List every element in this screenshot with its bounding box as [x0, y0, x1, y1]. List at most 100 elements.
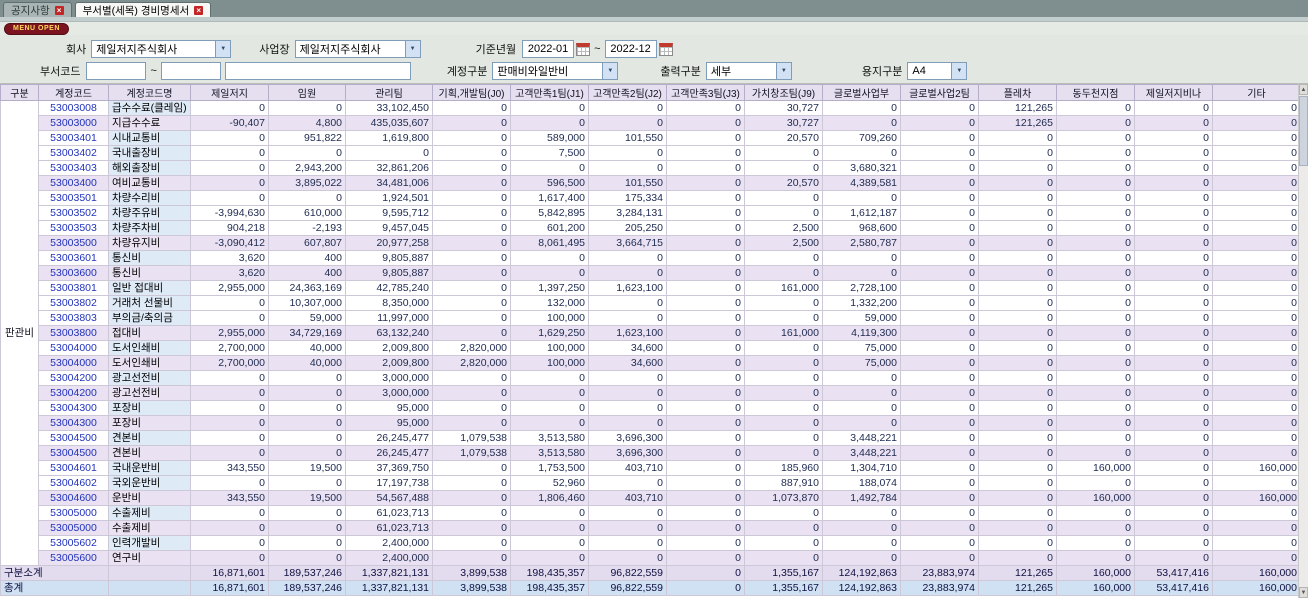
value-cell: 161,000	[744, 325, 823, 341]
table-row[interactable]: 53003600 통신비 3,620 400 9,805,887 0 0 0 0 0 0 0 0 0 0 0	[1, 265, 1301, 281]
calendar-icon[interactable]	[576, 42, 591, 56]
grand-total-row[interactable]: 총계 16,871,601 189,537,246 1,337,821,131 3,89…	[0, 580, 1301, 596]
value-cell: 0	[190, 445, 269, 461]
close-icon[interactable]: ×	[194, 5, 204, 15]
close-icon[interactable]: ×	[54, 5, 64, 15]
value-cell: 0	[978, 505, 1057, 521]
scrollbar-track[interactable]	[1299, 167, 1308, 587]
table-row[interactable]: 53004000 도서인쇄비 2,700,000 40,000 2,009,800 2,8…	[1, 355, 1301, 371]
column-header: 플레차	[978, 84, 1057, 101]
value-cell: 0	[900, 205, 979, 221]
value-cell: 0	[1134, 190, 1213, 206]
table-row[interactable]: 53004500 견본비 0 0 26,245,477 1,079,538 3,513,58…	[1, 430, 1301, 446]
table-row[interactable]: 53003502 차량주유비 -3,994,630 610,000 9,595,712 0…	[1, 205, 1301, 221]
table-row[interactable]: 53004200 광고선전비 0 0 3,000,000 0 0 0 0 0 0 0 0 0 0 0	[1, 370, 1301, 386]
value-cell: 596,500	[510, 175, 589, 191]
tab-notice[interactable]: 공지사항 ×	[3, 2, 72, 17]
tab-expense-report[interactable]: 부서별(세목) 경비명세서 ×	[74, 2, 212, 17]
period-from-input[interactable]	[522, 40, 575, 58]
value-cell: 9,457,045	[345, 220, 433, 236]
expense-table: 구분 계정코드 계정코드명 제일저지 임원 관리팀 기획,개발팀(J0) 고객만족1팀(J1)…	[0, 84, 1301, 596]
table-row[interactable]: 53003000 지급수수료 -90,407 4,800 435,035,607 0 0 0 0…	[1, 115, 1301, 131]
table-row[interactable]: 53003401 시내교통비 0 951,822 1,619,800 0 589,000 10…	[1, 130, 1301, 146]
table-row[interactable]: 53005602 인력개발비 0 0 2,400,000 0 0 0 0 0 0 0 0 0 0 0	[1, 535, 1301, 551]
value-cell: 0	[822, 505, 901, 521]
value-cell: 607,807	[268, 235, 346, 251]
table-row[interactable]: 53004000 도서인쇄비 2,700,000 40,000 2,009,800 2,8…	[1, 340, 1301, 356]
dept-code-from-input[interactable]	[86, 62, 147, 80]
value-cell: 1,617,400	[510, 190, 589, 206]
value-cell: 19,500	[268, 460, 346, 476]
workplace-select[interactable]: 제일저지주식회사 ▼	[294, 40, 421, 58]
table-row[interactable]: 판관비 53003008 급수수료(클레임) 0 0 33,102,450 0 0 0 0 30,7…	[0, 100, 1301, 566]
table-row[interactable]: 53003802 거래처 선물비 0 10,307,000 8,350,000 0 132,…	[1, 295, 1301, 311]
value-cell: 16,871,601	[190, 565, 269, 581]
value-cell: 0	[1212, 370, 1301, 386]
table-row[interactable]: 53004500 견본비 0 0 26,245,477 1,079,538 3,513,58…	[1, 445, 1301, 461]
account-code-cell: 53004601	[38, 460, 109, 476]
company-select[interactable]: 제일저지주식회사 ▼	[91, 40, 232, 58]
account-name-cell: 통신비	[108, 250, 191, 266]
table-row[interactable]: 53005000 수출제비 0 0 61,023,713 0 0 0 0 0 0 0 0 0 0 0	[1, 520, 1301, 536]
table-row[interactable]: 53004601 국내운반비 343,550 19,500 37,369,750 0 1,7…	[1, 460, 1301, 476]
vertical-scrollbar[interactable]: ▲ ▼	[1298, 84, 1308, 598]
calendar-icon[interactable]	[658, 42, 673, 56]
table-row[interactable]: 53003500 차량유지비 -3,090,412 607,807 20,977,258…	[1, 235, 1301, 251]
chevron-down-icon[interactable]: ▼	[951, 63, 967, 79]
table-row[interactable]: 53004300 포장비 0 0 95,000 0 0 0 0 0 0 0 0 0 0 0	[1, 400, 1301, 416]
paper-select[interactable]: A4 ▼	[907, 62, 968, 80]
value-cell: 0	[432, 535, 511, 551]
table-row[interactable]: 53003403 해외출장비 0 2,943,200 32,861,206 0 0 0 0 0 3,…	[1, 160, 1301, 176]
value-cell: 0	[432, 130, 511, 146]
chevron-down-icon[interactable]: ▼	[404, 41, 420, 57]
value-cell: 0	[588, 400, 667, 416]
value-cell: 0	[822, 400, 901, 416]
value-cell: 0	[666, 160, 745, 176]
table-row[interactable]: 53003402 국내출장비 0 0 0 0 7,500 0 0 0 0 0 0 0 0 0	[1, 145, 1301, 161]
value-cell: 160,000	[1056, 490, 1135, 506]
output-select[interactable]: 세부 ▼	[705, 62, 792, 80]
value-cell: 23,883,974	[900, 580, 979, 596]
table-row[interactable]: 53005600 연구비 0 0 2,400,000 0 0 0 0 0 0 0 0 0 0 0	[1, 550, 1301, 566]
table-row[interactable]: 53005000 수출제비 0 0 61,023,713 0 0 0 0 0 0 0 0 0 0 0	[1, 505, 1301, 521]
table-row[interactable]: 53003400 여비교통비 0 3,895,022 34,481,006 0 596,50…	[1, 175, 1301, 191]
table-row[interactable]: 53003501 차량수리비 0 0 1,924,501 0 1,617,400 175,33…	[1, 190, 1301, 206]
table-row[interactable]: 53003503 차량주차비 904,218 -2,193 9,457,045 0 601,…	[1, 220, 1301, 236]
table-row[interactable]: 53003801 일반 접대비 2,955,000 24,363,169 42,785,…	[1, 280, 1301, 296]
value-cell: 0	[432, 160, 511, 176]
menu-open-button[interactable]: MENU OPEN	[4, 22, 69, 35]
value-cell: 0	[1212, 535, 1301, 551]
value-cell: 0	[666, 475, 745, 491]
table-row[interactable]: 53003800 접대비 2,955,000 34,729,169 63,132,240…	[1, 325, 1301, 341]
value-cell: 3,000,000	[345, 385, 433, 401]
scroll-down-icon[interactable]: ▼	[1299, 587, 1308, 598]
chevron-down-icon[interactable]: ▼	[775, 63, 791, 79]
value-cell: 0	[268, 520, 346, 536]
value-cell: 0	[432, 190, 511, 206]
dept-name-input[interactable]	[224, 62, 411, 80]
account-name-cell: 부의금/축의금	[108, 310, 191, 326]
dept-code-to-input[interactable]	[160, 62, 221, 80]
filter-row-2: 부서코드 ~ 계정구분 판매비와일반비 ▼ 출력구분 세부 ▼ 용지구분 A4 …	[0, 60, 1308, 82]
value-cell: 1,355,167	[744, 565, 823, 581]
account-name-cell	[108, 580, 191, 596]
value-cell: 0	[744, 445, 823, 461]
table-row[interactable]: 53003803 부의금/축의금 0 59,000 11,997,000 0 100,000…	[1, 310, 1301, 326]
value-cell: -3,994,630	[190, 205, 269, 221]
account-type-select[interactable]: 판매비와일반비 ▼	[492, 62, 619, 80]
tab-bar: 공지사항 × 부서별(세목) 경비명세서 ×	[0, 0, 1308, 17]
scroll-up-icon[interactable]: ▲	[1299, 84, 1308, 95]
table-row[interactable]: 53004200 광고선전비 0 0 3,000,000 0 0 0 0 0 0 0 0 0 0 0	[1, 385, 1301, 401]
table-row[interactable]: 53004602 국외운반비 0 0 17,197,738 0 52,960 0 0 887,91…	[1, 475, 1301, 491]
table-row[interactable]: 53004300 포장비 0 0 95,000 0 0 0 0 0 0 0 0 0 0 0	[1, 415, 1301, 431]
period-to-input[interactable]	[604, 40, 657, 58]
subtotal-row[interactable]: 구분소계 16,871,601 189,537,246 1,337,821,131 3,…	[0, 565, 1301, 581]
scrollbar-thumb[interactable]	[1299, 96, 1308, 166]
value-cell: 0	[666, 490, 745, 506]
value-cell: 400	[268, 250, 346, 266]
table-row[interactable]: 53004600 운반비 343,550 19,500 54,567,488 0 1,806…	[1, 490, 1301, 506]
chevron-down-icon[interactable]: ▼	[602, 63, 618, 79]
table-row[interactable]: 53003601 통신비 3,620 400 9,805,887 0 0 0 0 0 0 0 0 0 0 0	[1, 250, 1301, 266]
chevron-down-icon[interactable]: ▼	[215, 41, 231, 57]
value-cell: 0	[1212, 250, 1301, 266]
